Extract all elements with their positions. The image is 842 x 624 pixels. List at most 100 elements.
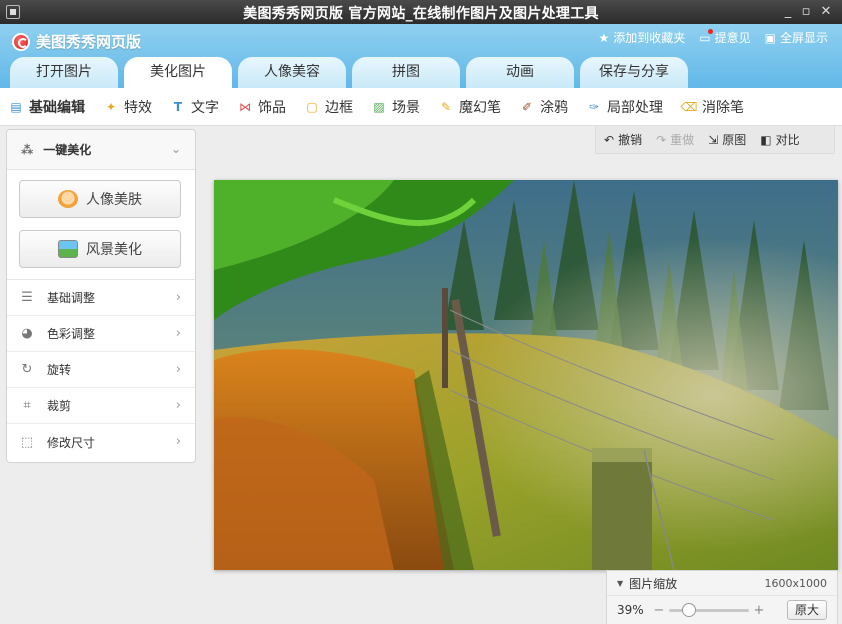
- chevron-right-icon: ›: [175, 434, 181, 449]
- tab-collage[interactable]: 拼图: [352, 57, 460, 88]
- logo-text: 美图秀秀网页版: [36, 33, 142, 51]
- tool-scene[interactable]: ▨ 场景: [371, 97, 420, 117]
- tool-graffiti[interactable]: ✐ 涂鸦: [519, 97, 568, 117]
- title-bar: 美图秀秀网页版 官方网站_在线制作图片及图片处理工具 _ ▫ ✕: [0, 0, 842, 24]
- decoration-icon: ⋈: [239, 99, 251, 114]
- tool-local-process[interactable]: ✑ 局部处理: [586, 97, 663, 117]
- undo-button[interactable]: ↶ 撤销: [604, 131, 642, 148]
- tab-beautify-image[interactable]: 美化图片: [124, 57, 232, 88]
- rotate-icon: ↻: [21, 362, 33, 377]
- crop-icon: ⌗: [23, 398, 31, 413]
- menu-resize[interactable]: ⬚ 修改尺寸 ›: [7, 424, 195, 460]
- tab-save-share[interactable]: 保存与分享: [580, 57, 688, 88]
- zoom-out-icon[interactable]: −: [653, 603, 665, 618]
- menu-crop[interactable]: ⌗ 裁剪 ›: [7, 388, 195, 424]
- basic-edit-icon: ▤: [10, 99, 22, 114]
- tool-basic-edit[interactable]: ▤ 基础编辑: [8, 97, 85, 117]
- compare-label: 对比: [775, 133, 800, 147]
- redo-label: 重做: [670, 133, 695, 147]
- portrait-beautify-label: 人像美肤: [86, 192, 142, 208]
- onekey-beautify-header[interactable]: ⁂ 一键美化 ⌄: [7, 130, 195, 170]
- zoom-slider[interactable]: [669, 602, 749, 617]
- eraser-icon: ⌫: [680, 99, 698, 114]
- graffiti-icon: ✐: [521, 99, 533, 114]
- menu-rotate[interactable]: ↻ 旋转 ›: [7, 352, 195, 388]
- zoom-panel: ▼ 图片缩放 1600x1000 39% − + 原大: [606, 570, 838, 624]
- chevron-down-icon: ⌄: [170, 142, 181, 156]
- tool-eraser[interactable]: ⌫ 消除笔: [681, 97, 744, 117]
- zoom-controls: 39% − + 原大: [607, 596, 837, 624]
- main-tabs: 打开图片 美化图片 人像美容 拼图 动画 保存与分享: [10, 57, 688, 88]
- fullscreen-link[interactable]: ▣ 全屏显示: [765, 29, 828, 46]
- tab-animation[interactable]: 动画: [466, 57, 574, 88]
- tool-label: 魔幻笔: [459, 99, 501, 116]
- actual-size-button[interactable]: 原大: [787, 600, 827, 620]
- tool-text[interactable]: T 文字: [170, 97, 219, 117]
- close-icon[interactable]: ✕: [818, 4, 834, 20]
- add-favorite-label: 添加到收藏夹: [613, 31, 686, 45]
- zoom-panel-header[interactable]: ▼ 图片缩放 1600x1000: [607, 571, 837, 596]
- add-favorite-link[interactable]: ★ 添加到收藏夹: [599, 29, 686, 46]
- redo-button[interactable]: ↷ 重做: [656, 131, 694, 148]
- scene-icon: ▨: [373, 99, 385, 114]
- original-icon: ⇲: [708, 132, 719, 147]
- tool-label: 边框: [325, 99, 353, 116]
- menu-label: 修改尺寸: [47, 435, 96, 450]
- edit-toolbar: ▤ 基础编辑 ✦ 特效 T 文字 ⋈ 饰品 ▢ 边框 ▨ 场景 ✎ 魔幻笔 ✐ …: [0, 88, 842, 126]
- magic-wand-icon: ⁂: [21, 142, 34, 157]
- text-icon: T: [173, 99, 183, 114]
- tool-label: 文字: [191, 99, 219, 116]
- onekey-label: 一键美化: [43, 143, 92, 157]
- tool-decoration[interactable]: ⋈ 饰品: [237, 97, 286, 117]
- landscape-beautify-button[interactable]: 风景美化: [19, 230, 181, 268]
- menu-label: 旋转: [47, 363, 72, 377]
- menu-color-adjust[interactable]: ◕ 色彩调整 ›: [7, 316, 195, 352]
- original-button[interactable]: ⇲ 原图: [708, 131, 746, 148]
- edited-photo[interactable]: [214, 180, 838, 570]
- window-title: 美图秀秀网页版 官方网站_在线制作图片及图片处理工具: [243, 6, 599, 22]
- left-panel: ⁂ 一键美化 ⌄ 人像美肤 风景美化 ☰ 基础调整 › ◕ 色彩调整 › ↻ 旋…: [6, 129, 196, 463]
- zoom-title: 图片缩放: [629, 576, 678, 591]
- chevron-right-icon: ›: [175, 362, 181, 377]
- zoom-in-icon[interactable]: +: [753, 603, 765, 618]
- landscape-photo-illustration: [214, 180, 838, 570]
- tool-label: 涂鸦: [540, 99, 568, 116]
- chevron-right-icon: ›: [175, 290, 181, 305]
- chevron-right-icon: ›: [175, 398, 181, 413]
- menu-basic-adjust[interactable]: ☰ 基础调整 ›: [7, 280, 195, 316]
- resize-icon: ⬚: [20, 434, 34, 450]
- magic-pen-icon: ✎: [440, 99, 452, 114]
- compare-button[interactable]: ◧ 对比: [760, 131, 799, 148]
- landscape-icon: [58, 240, 78, 258]
- tab-open-image[interactable]: 打开图片: [10, 57, 118, 88]
- sliders-icon: ☰: [21, 290, 33, 305]
- menu-label: 色彩调整: [47, 327, 96, 341]
- zoom-slider-knob[interactable]: [682, 602, 697, 617]
- tool-frame[interactable]: ▢ 边框: [304, 97, 353, 117]
- feedback-link[interactable]: ▭ 提意见: [699, 28, 751, 46]
- effects-icon: ✦: [105, 99, 117, 114]
- meitu-logo-icon: [12, 32, 30, 51]
- app-header: 美图秀秀网页版 ★ 添加到收藏夹 ▭ 提意见 ▣ 全屏显示 打开图片 美化图片 …: [0, 24, 842, 88]
- tool-label: 特效: [124, 99, 152, 116]
- original-label: 原图: [722, 133, 747, 147]
- menu-label: 裁剪: [47, 399, 72, 413]
- local-process-icon: ✑: [588, 99, 600, 114]
- undo-label: 撤销: [618, 133, 643, 147]
- maximize-icon[interactable]: ▫: [798, 4, 814, 20]
- redo-icon: ↷: [656, 132, 667, 147]
- feedback-label: 提意见: [714, 31, 751, 45]
- tab-portrait[interactable]: 人像美容: [238, 57, 346, 88]
- portrait-beautify-button[interactable]: 人像美肤: [19, 180, 181, 218]
- feedback-icon: ▭: [699, 28, 713, 45]
- zoom-percent: 39%: [617, 603, 644, 617]
- compare-icon: ◧: [760, 132, 772, 147]
- tool-effects[interactable]: ✦ 特效: [103, 97, 152, 117]
- tool-label: 场景: [392, 99, 420, 116]
- minimize-icon[interactable]: _: [780, 4, 796, 20]
- frame-icon: ▢: [306, 99, 318, 114]
- menu-label: 基础调整: [47, 291, 96, 305]
- tool-magic-pen[interactable]: ✎ 魔幻笔: [438, 97, 501, 117]
- chevron-right-icon: ›: [175, 326, 181, 341]
- header-links: ★ 添加到收藏夹 ▭ 提意见 ▣ 全屏显示: [599, 28, 828, 46]
